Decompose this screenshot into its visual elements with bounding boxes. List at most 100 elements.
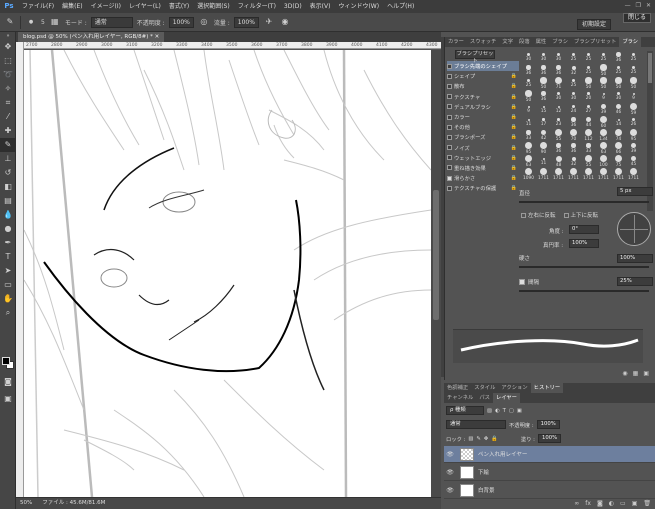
brush-option-item[interactable]: テクスチャの保護 🔒: [447, 183, 519, 193]
history-brush-tool-icon[interactable]: ↺: [0, 166, 16, 180]
brush-option-item[interactable]: カラー 🔒: [447, 112, 519, 122]
minimize-icon[interactable]: —: [625, 2, 631, 9]
history-panel-tab[interactable]: ヒストリー: [530, 383, 564, 393]
brush-panel-tab[interactable]: ブラシ: [619, 37, 642, 47]
filter-adjust-icon[interactable]: ◐: [495, 408, 500, 414]
spacing-input[interactable]: 25%: [617, 277, 653, 286]
dodge-tool-icon[interactable]: ●: [0, 222, 16, 236]
visibility-eye-icon[interactable]: 👁: [444, 487, 456, 494]
brush-tip[interactable]: 12: [551, 103, 566, 116]
brush-tip[interactable]: 1711: [566, 168, 581, 181]
brush-tip[interactable]: 36: [566, 116, 581, 129]
option-checkbox[interactable]: [447, 165, 452, 171]
brush-tip[interactable]: 26: [626, 116, 641, 129]
brush-tip[interactable]: 60: [596, 116, 611, 129]
visibility-eye-icon[interactable]: 👁: [444, 469, 456, 476]
angle-roundness-widget[interactable]: [617, 212, 651, 246]
filter-smart-icon[interactable]: ▣: [517, 408, 522, 414]
brush-tip[interactable]: 9: [626, 90, 641, 103]
layer-style-icon[interactable]: fx: [585, 500, 591, 507]
brush-tip[interactable]: 32: [566, 155, 581, 168]
brush-tip[interactable]: 25: [581, 64, 596, 77]
new-preset-icon[interactable]: ▣: [643, 370, 649, 377]
menu-item[interactable]: フィルター(T): [234, 0, 280, 13]
pressure-opacity-icon[interactable]: ◎: [198, 16, 210, 28]
lock-paint-icon[interactable]: ✎: [476, 436, 480, 442]
layer-filter-select[interactable]: ρ 種類: [446, 406, 484, 415]
canvas-vertical-scrollbar[interactable]: [431, 50, 441, 497]
filter-type-icon[interactable]: T: [503, 408, 506, 414]
brush-tip[interactable]: 44: [581, 116, 596, 129]
brush-tip[interactable]: 25: [581, 51, 596, 64]
brush-tip[interactable]: 71: [551, 77, 566, 90]
quick-mask-icon[interactable]: ◙: [0, 375, 16, 389]
history-panel-tab[interactable]: スタイル: [471, 383, 498, 393]
brush-panel-toggle-icon[interactable]: ▦: [49, 16, 61, 28]
option-checkbox[interactable]: [447, 104, 452, 110]
screen-mode-icon[interactable]: ▣: [0, 392, 16, 406]
brush-option-item[interactable]: その他 🔒: [447, 122, 519, 132]
layer-row[interactable]: 👁 白背景: [444, 482, 655, 499]
brush-panel-tab[interactable]: 属性: [533, 37, 550, 47]
close-window-icon[interactable]: ✕: [646, 2, 651, 9]
marquee-tool-icon[interactable]: ⬚: [0, 54, 16, 68]
layers-panel-tab[interactable]: レイヤー: [492, 393, 520, 403]
brush-tip[interactable]: 25: [626, 51, 641, 64]
brush-tip[interactable]: 23: [551, 116, 566, 129]
lock-all-icon[interactable]: 🔒: [491, 436, 498, 442]
foreground-color-swatch[interactable]: [2, 357, 10, 365]
brush-tip[interactable]: 36: [566, 142, 581, 155]
brush-panel-tab[interactable]: ブラシプリセット: [571, 37, 619, 47]
brush-panel-tab[interactable]: ブラシ: [549, 37, 571, 47]
pen-tool-icon[interactable]: ✒: [0, 236, 16, 250]
brush-option-item[interactable]: 散布 🔒: [447, 81, 519, 91]
menu-item[interactable]: 編集(E): [58, 0, 86, 13]
opacity-input[interactable]: 100%: [168, 16, 194, 28]
brush-tip[interactable]: 50: [596, 64, 611, 77]
brush-tip[interactable]: 11: [536, 155, 551, 168]
zoom-level[interactable]: 50%: [20, 498, 32, 509]
menu-item[interactable]: ファイル(F): [18, 0, 58, 13]
brush-tip[interactable]: 30: [551, 90, 566, 103]
blur-tool-icon[interactable]: 💧: [0, 208, 16, 222]
option-checkbox[interactable]: [447, 94, 452, 100]
clone-stamp-tool-icon[interactable]: ⊥: [0, 152, 16, 166]
size-input[interactable]: 5 px: [617, 187, 653, 196]
brush-tip[interactable]: 1711: [581, 168, 596, 181]
restore-icon[interactable]: ❐: [636, 2, 641, 9]
zoom-tool-icon[interactable]: ⌕: [0, 306, 16, 320]
brush-size-dot-icon[interactable]: ●: [25, 16, 37, 28]
quick-select-tool-icon[interactable]: ✧: [0, 82, 16, 96]
visibility-eye-icon[interactable]: 👁: [444, 451, 456, 458]
layers-panel-tab[interactable]: チャンネル: [444, 393, 476, 403]
brush-tip[interactable]: 1711: [611, 168, 626, 181]
adjustment-layer-icon[interactable]: ◐: [609, 500, 614, 507]
menu-item[interactable]: 選択範囲(S): [193, 0, 234, 13]
path-select-tool-icon[interactable]: ➤: [0, 264, 16, 278]
spacing-slider[interactable]: [519, 290, 649, 292]
history-panel-tab[interactable]: 色調補正: [444, 383, 471, 393]
brush-option-item[interactable]: テクスチャ 🔒: [447, 92, 519, 102]
add-mask-icon[interactable]: ◙: [597, 500, 603, 507]
brush-tool-icon[interactable]: ✎: [4, 16, 16, 28]
brush-tip[interactable]: 24: [566, 103, 581, 116]
brush-tip[interactable]: 59: [626, 103, 641, 116]
brush-tip[interactable]: 20: [581, 90, 596, 103]
brush-tip[interactable]: 17: [536, 116, 551, 129]
menu-item[interactable]: ウィンドウ(W): [334, 0, 383, 13]
document-canvas[interactable]: [24, 50, 431, 497]
angle-input[interactable]: 0°: [569, 225, 599, 234]
size-slider[interactable]: [519, 201, 649, 203]
menu-item[interactable]: ヘルプ(H): [383, 0, 418, 13]
brush-tip[interactable]: 36: [551, 64, 566, 77]
delete-layer-icon[interactable]: 🗑: [643, 500, 651, 507]
option-checkbox[interactable]: [447, 114, 452, 120]
brush-tip[interactable]: 30: [536, 51, 551, 64]
hardness-slider[interactable]: [519, 266, 649, 268]
type-tool-icon[interactable]: T: [0, 250, 16, 264]
brush-tip[interactable]: 48: [551, 155, 566, 168]
brush-tip[interactable]: 36: [551, 142, 566, 155]
blend-mode-select[interactable]: 通常: [446, 420, 506, 429]
brush-panel-tab[interactable]: 段落: [516, 37, 533, 47]
option-checkbox[interactable]: [447, 134, 452, 140]
